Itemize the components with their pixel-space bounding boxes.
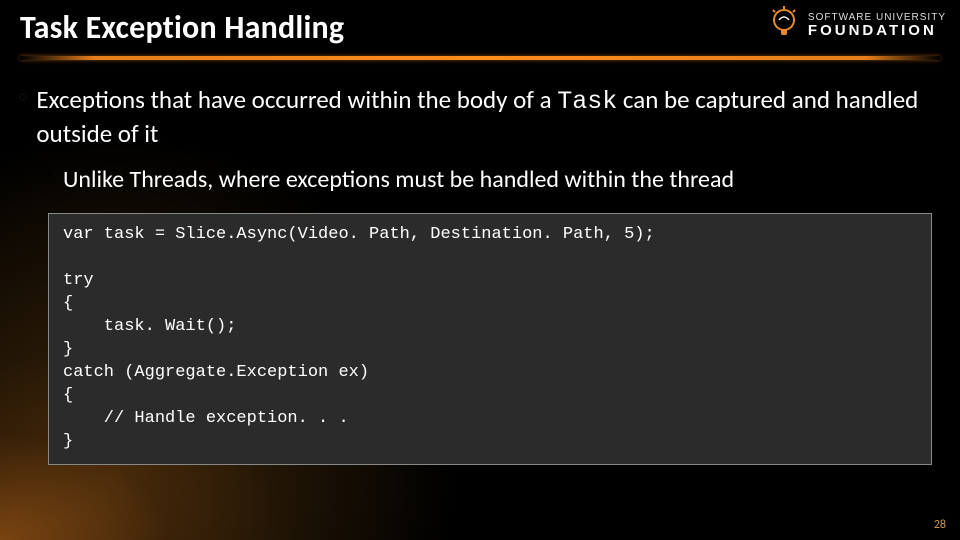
slide: Task Exception Handling SOFTWARE UNIVERS… [0,0,960,540]
logo-text: SOFTWARE UNIVERSITY FOUNDATION [808,13,946,38]
bullet-level1: ▪ Exceptions that have occurred within t… [20,84,940,150]
content-area: ▪ Exceptions that have occurred within t… [20,84,940,465]
page-number: 28 [934,518,946,532]
logo-line2: FOUNDATION [808,23,946,38]
lightbulb-icon [768,6,800,45]
code-block: var task = Slice.Async(Video. Path, Dest… [48,213,932,464]
bullet-marker-icon: ▪ [20,86,26,150]
logo: SOFTWARE UNIVERSITY FOUNDATION [768,6,946,45]
inline-code-task: Task [557,87,617,116]
bullet-text-pre: Exceptions that have occurred within the… [36,84,557,115]
bullet-text: Unlike Threads, where exceptions must be… [63,164,734,195]
bullet-text: Exceptions that have occurred within the… [36,84,940,150]
slide-title: Task Exception Handling [20,8,344,47]
title-underline [20,56,940,60]
bullet-marker-icon: ▪ [48,166,53,195]
bullet-level2: ▪ Unlike Threads, where exceptions must … [48,164,940,195]
